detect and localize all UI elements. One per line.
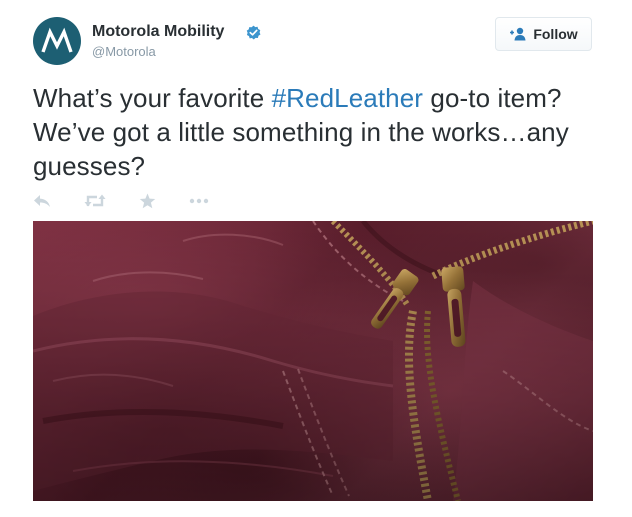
- hashtag-link[interactable]: #RedLeather: [272, 83, 423, 113]
- verified-badge-icon: [246, 25, 261, 40]
- tweet-photo[interactable]: [33, 221, 593, 501]
- more-dots-icon: [189, 198, 209, 204]
- follow-person-plus-icon: [510, 27, 526, 41]
- favorite-star-icon: [139, 193, 156, 209]
- favorite-button[interactable]: [139, 190, 156, 212]
- tweet-card: Motorola Mobility @Motorola Follow What’…: [0, 0, 632, 517]
- retweet-button[interactable]: [84, 190, 106, 212]
- tweet-text: What’s your favorite #RedLeather go-to i…: [33, 81, 593, 183]
- author-name[interactable]: Motorola Mobility: [92, 23, 224, 41]
- follow-label: Follow: [533, 26, 578, 42]
- avatar[interactable]: [33, 17, 81, 65]
- leather-jacket-photo: [33, 221, 593, 501]
- retweet-icon: [84, 194, 106, 207]
- reply-button[interactable]: [33, 190, 51, 212]
- reply-icon: [34, 195, 50, 207]
- follow-button[interactable]: Follow: [495, 17, 592, 51]
- author-handle[interactable]: @Motorola: [92, 44, 156, 59]
- motorola-logo-icon: [41, 27, 73, 53]
- tweet-text-before: What’s your favorite: [33, 83, 272, 113]
- more-options-button[interactable]: [189, 190, 209, 212]
